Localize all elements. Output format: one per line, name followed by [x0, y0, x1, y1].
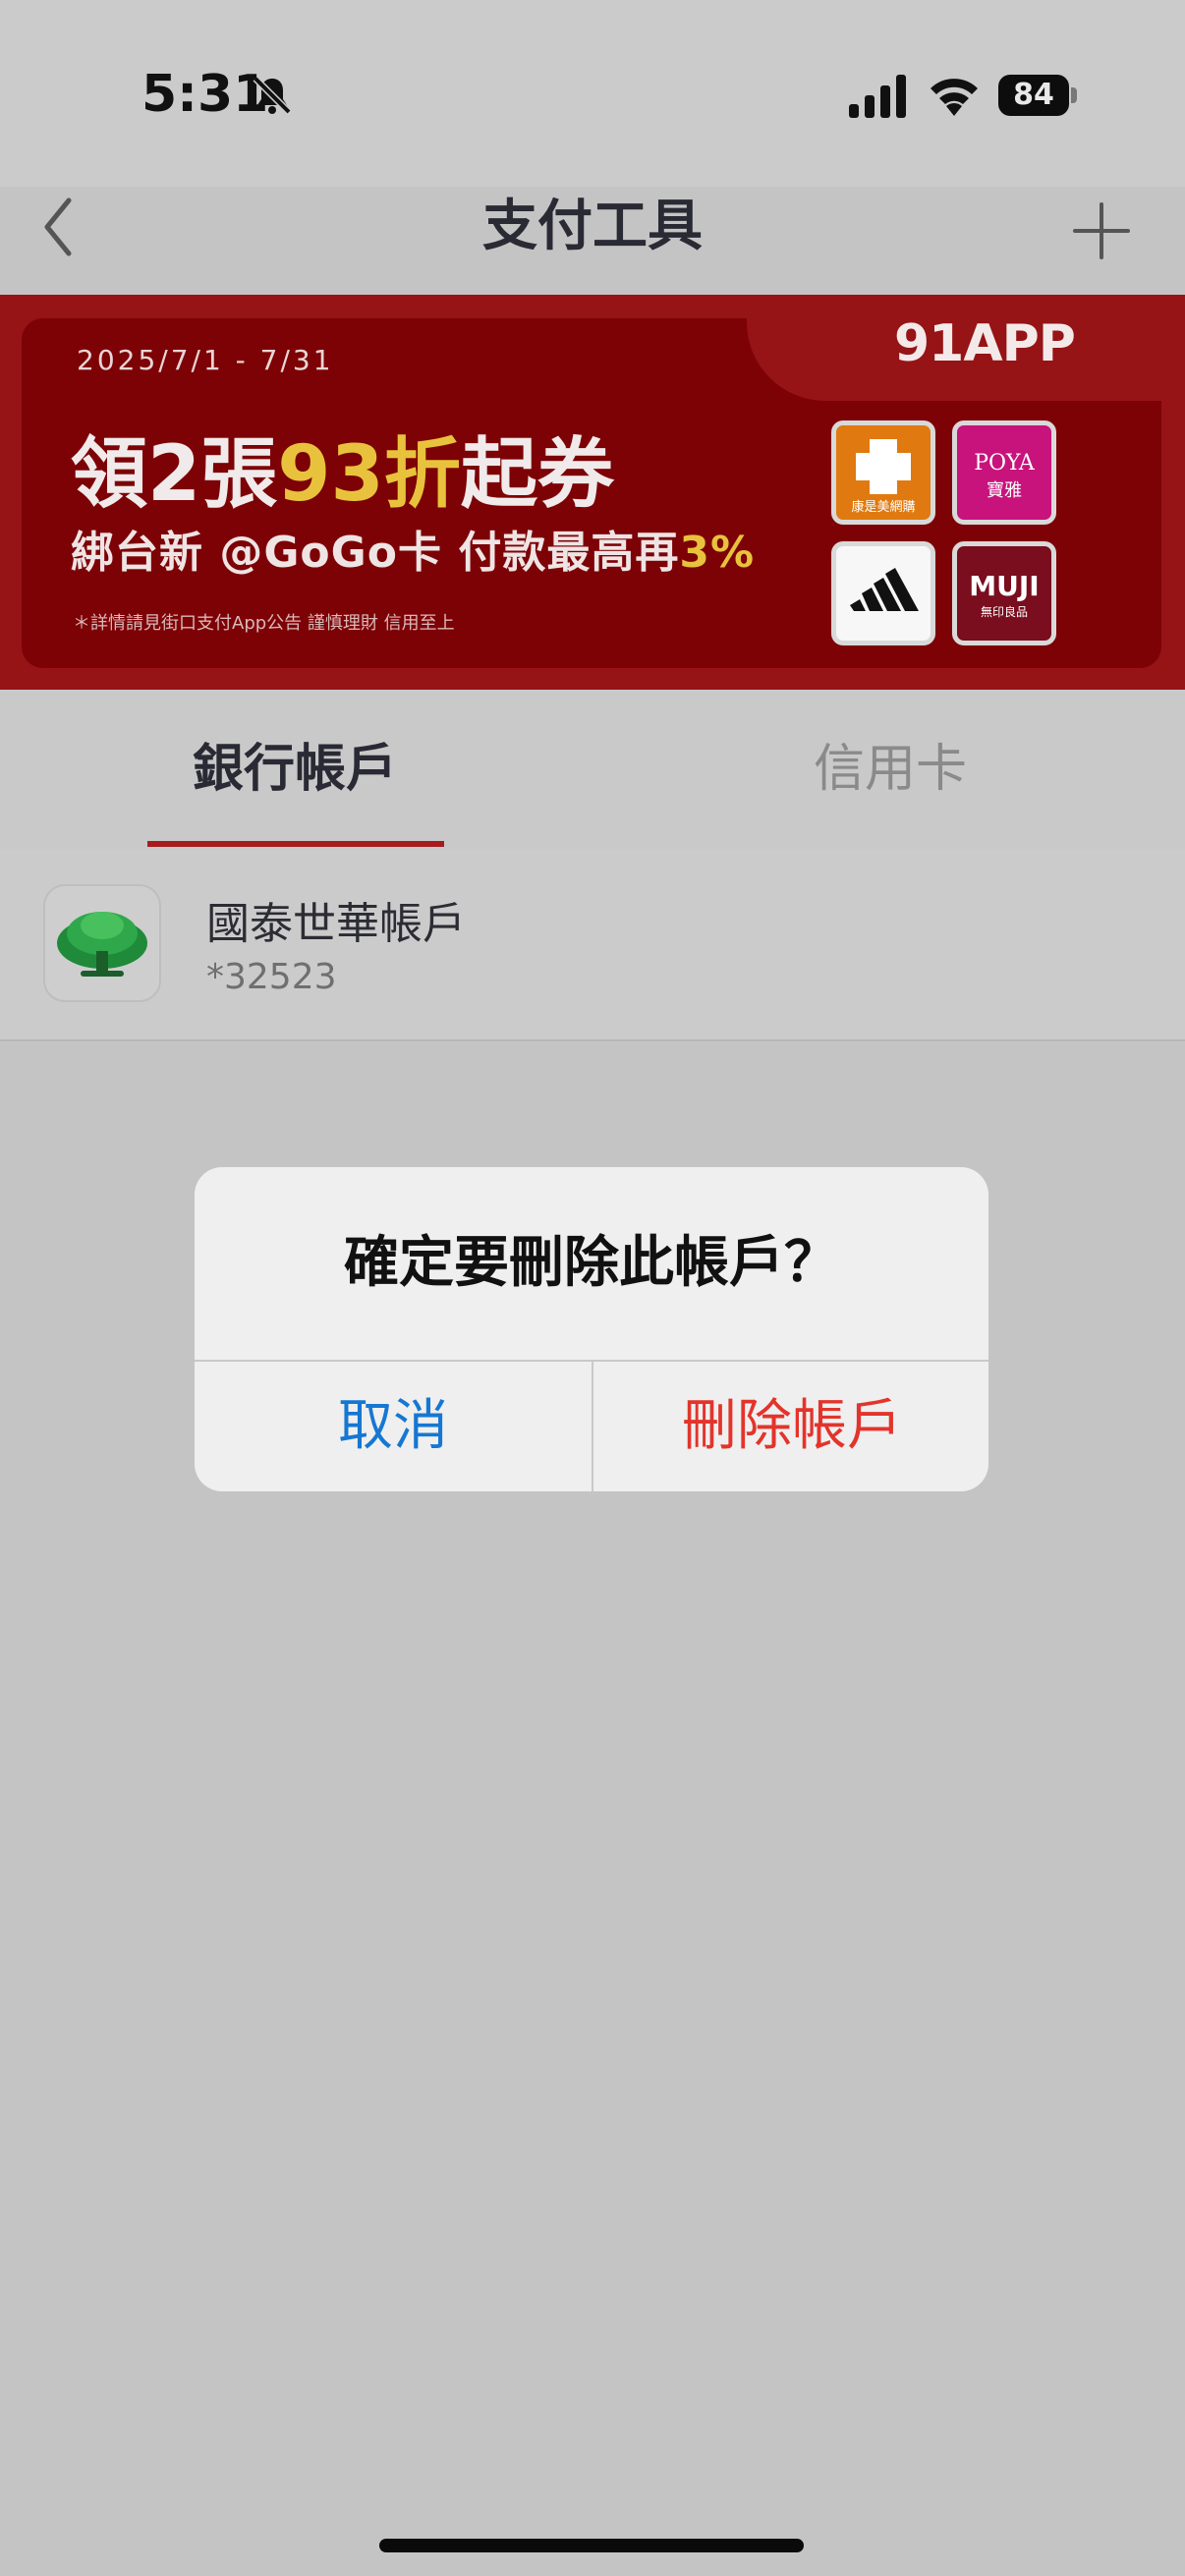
bell-slash-icon	[253, 76, 292, 115]
poya-logo: POYA 寶雅	[952, 420, 1056, 525]
signal-icon	[849, 75, 906, 118]
account-name: 國泰世華帳戶	[206, 899, 466, 949]
banner-headline: 領2張93折起券	[71, 430, 614, 519]
cosmed-logo: 康是美網購	[831, 420, 935, 525]
active-tab-indicator	[147, 841, 444, 847]
adidas-logo	[831, 541, 935, 645]
status-bar: 5:31 84	[0, 0, 1185, 187]
tab-bank-account[interactable]: 銀行帳戶	[145, 690, 444, 849]
cathay-tree-logo	[43, 884, 161, 1002]
plus-icon[interactable]	[1071, 200, 1132, 261]
muji-logo: MUJI 無印良品	[952, 541, 1056, 645]
battery-level: 84	[998, 75, 1069, 116]
banner-date: 2025/7/1 - 7/31	[77, 344, 334, 376]
list-item[interactable]: 國泰世華帳戶 *32523	[0, 849, 1185, 1041]
cancel-button[interactable]: 取消	[195, 1362, 592, 1491]
banner-note: ＊詳情請見街口支付App公告 謹慎理財 信用至上	[73, 613, 455, 634]
delete-account-button[interactable]: 刪除帳戶	[593, 1362, 988, 1491]
banner-subtitle: 綁台新 @GoGo卡 付款最高再3%	[71, 528, 756, 578]
delete-confirm-dialog: 確定要刪除此帳戶？ 取消 刪除帳戶	[195, 1167, 988, 1491]
home-indicator[interactable]	[379, 2539, 804, 2552]
battery-icon: 84	[998, 75, 1079, 116]
tab-credit-card[interactable]: 信用卡	[741, 690, 1040, 849]
banner-brand: 91APP	[894, 314, 1076, 373]
wifi-icon	[931, 79, 978, 116]
page-title: 支付工具	[482, 195, 703, 258]
account-number: *32523	[206, 957, 337, 997]
dialog-title: 確定要刪除此帳戶？	[344, 1231, 839, 1295]
account-tabs: 銀行帳戶 信用卡	[0, 690, 1185, 851]
